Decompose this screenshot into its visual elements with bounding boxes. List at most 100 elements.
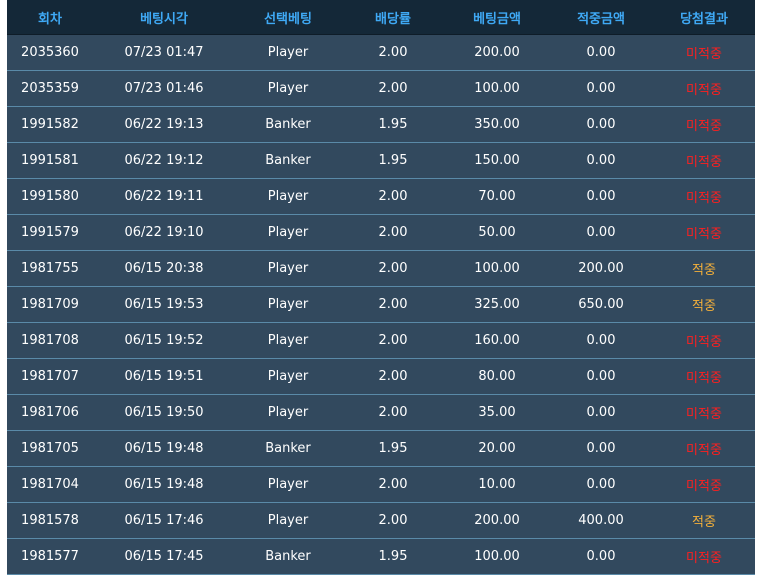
result-cell: 적중 bbox=[692, 299, 716, 314]
result-cell: 미적중 bbox=[686, 335, 722, 350]
result-cell: 미적중 bbox=[686, 83, 722, 98]
table-header: 회차 베팅시각 선택베팅 배당률 베팅금액 적중금액 당첨결과 bbox=[7, 0, 755, 35]
result-cell: 미적중 bbox=[686, 155, 722, 170]
result-cell: 미적중 bbox=[686, 443, 722, 458]
bet-time-cell: 06/15 19:52 bbox=[124, 333, 204, 348]
round-cell: 2035360 bbox=[21, 45, 79, 60]
betting-history-table: 회차 베팅시각 선택베팅 배당률 베팅금액 적중금액 당첨결과 2035360 0… bbox=[7, 0, 755, 575]
table-row: 1991579 06/22 19:10 Player 2.00 50.00 0.00 미적중 bbox=[7, 215, 755, 251]
bet-time-cell: 06/15 20:38 bbox=[124, 261, 204, 276]
round-cell: 1981578 bbox=[21, 513, 79, 528]
odds-cell: 2.00 bbox=[378, 405, 408, 420]
bet-amount-cell: 70.00 bbox=[478, 189, 516, 204]
pick-cell: Player bbox=[267, 477, 309, 492]
bet-time-cell: 06/15 19:50 bbox=[124, 405, 204, 420]
bet-amount-cell: 325.00 bbox=[474, 297, 520, 312]
win-amount-cell: 0.00 bbox=[586, 117, 616, 132]
result-cell: 적중 bbox=[692, 515, 716, 530]
pick-cell: Player bbox=[267, 261, 309, 276]
bet-amount-cell: 100.00 bbox=[474, 261, 520, 276]
pick-cell: Player bbox=[267, 369, 309, 384]
header-win-amount: 적중금액 bbox=[577, 11, 625, 27]
round-cell: 1981706 bbox=[21, 405, 79, 420]
win-amount-cell: 0.00 bbox=[586, 189, 616, 204]
bet-time-cell: 06/15 19:51 bbox=[124, 369, 204, 384]
bet-amount-cell: 200.00 bbox=[474, 513, 520, 528]
table-row: 2035360 07/23 01:47 Player 2.00 200.00 0.00 미적… bbox=[7, 35, 755, 71]
table-row: 2035359 07/23 01:46 Player 2.00 100.00 0.00 미적… bbox=[7, 71, 755, 107]
header-odds: 배당률 bbox=[375, 11, 411, 27]
table-row: 1991580 06/22 19:11 Player 2.00 70.00 0.00 미적중 bbox=[7, 179, 755, 215]
win-amount-cell: 0.00 bbox=[586, 333, 616, 348]
bet-amount-cell: 150.00 bbox=[474, 153, 520, 168]
odds-cell: 2.00 bbox=[378, 261, 408, 276]
round-cell: 1991580 bbox=[21, 189, 79, 204]
pick-cell: Banker bbox=[265, 117, 311, 132]
bet-time-cell: 06/22 19:13 bbox=[124, 117, 204, 132]
odds-cell: 2.00 bbox=[378, 477, 408, 492]
result-cell: 미적중 bbox=[686, 371, 722, 386]
bet-time-cell: 06/15 19:48 bbox=[124, 441, 204, 456]
bet-amount-cell: 50.00 bbox=[478, 225, 516, 240]
pick-cell: Player bbox=[267, 297, 309, 312]
table-row: 1981708 06/15 19:52 Player 2.00 160.00 0.00 미적… bbox=[7, 323, 755, 359]
odds-cell: 2.00 bbox=[378, 225, 408, 240]
bet-time-cell: 06/15 17:46 bbox=[124, 513, 204, 528]
win-amount-cell: 0.00 bbox=[586, 405, 616, 420]
round-cell: 1981577 bbox=[21, 549, 79, 564]
round-cell: 1991581 bbox=[21, 153, 79, 168]
bet-time-cell: 07/23 01:47 bbox=[124, 45, 204, 60]
round-cell: 2035359 bbox=[21, 81, 79, 96]
bet-time-cell: 06/15 19:53 bbox=[124, 297, 204, 312]
odds-cell: 2.00 bbox=[378, 189, 408, 204]
table-row: 1981578 06/15 17:46 Player 2.00 200.00 400.00… bbox=[7, 503, 755, 539]
result-cell: 미적중 bbox=[686, 191, 722, 206]
odds-cell: 2.00 bbox=[378, 513, 408, 528]
win-amount-cell: 0.00 bbox=[586, 153, 616, 168]
bet-time-cell: 06/22 19:11 bbox=[124, 189, 204, 204]
odds-cell: 2.00 bbox=[378, 45, 408, 60]
odds-cell: 2.00 bbox=[378, 297, 408, 312]
result-cell: 미적중 bbox=[686, 119, 722, 134]
table-row: 1981577 06/15 17:45 Banker 1.95 100.00 0.00 미적… bbox=[7, 539, 755, 575]
bet-amount-cell: 20.00 bbox=[478, 441, 516, 456]
pick-cell: Player bbox=[267, 333, 309, 348]
pick-cell: Player bbox=[267, 513, 309, 528]
win-amount-cell: 0.00 bbox=[586, 441, 616, 456]
round-cell: 1991579 bbox=[21, 225, 79, 240]
result-cell: 미적중 bbox=[686, 407, 722, 422]
win-amount-cell: 0.00 bbox=[586, 369, 616, 384]
result-cell: 미적중 bbox=[686, 47, 722, 62]
header-bet-amount: 베팅금액 bbox=[473, 11, 521, 27]
header-result: 당첨결과 bbox=[680, 11, 728, 27]
bet-time-cell: 06/22 19:12 bbox=[124, 153, 204, 168]
win-amount-cell: 0.00 bbox=[586, 477, 616, 492]
bet-time-cell: 06/22 19:10 bbox=[124, 225, 204, 240]
win-amount-cell: 0.00 bbox=[586, 81, 616, 96]
win-amount-cell: 200.00 bbox=[578, 261, 624, 276]
round-cell: 1981707 bbox=[21, 369, 79, 384]
pick-cell: Banker bbox=[265, 441, 311, 456]
win-amount-cell: 0.00 bbox=[586, 549, 616, 564]
pick-cell: Banker bbox=[265, 549, 311, 564]
pick-cell: Player bbox=[267, 189, 309, 204]
odds-cell: 2.00 bbox=[378, 81, 408, 96]
odds-cell: 1.95 bbox=[378, 441, 408, 456]
table-row: 1991581 06/22 19:12 Banker 1.95 150.00 0.00 미적… bbox=[7, 143, 755, 179]
bet-amount-cell: 350.00 bbox=[474, 117, 520, 132]
table-row: 1981704 06/15 19:48 Player 2.00 10.00 0.00 미적중 bbox=[7, 467, 755, 503]
round-cell: 1981705 bbox=[21, 441, 79, 456]
table-row: 1991582 06/22 19:13 Banker 1.95 350.00 0.00 미적… bbox=[7, 107, 755, 143]
table-row: 1981755 06/15 20:38 Player 2.00 100.00 200.00… bbox=[7, 251, 755, 287]
result-cell: 적중 bbox=[692, 263, 716, 278]
result-cell: 미적중 bbox=[686, 227, 722, 242]
odds-cell: 1.95 bbox=[378, 153, 408, 168]
bet-time-cell: 06/15 19:48 bbox=[124, 477, 204, 492]
pick-cell: Player bbox=[267, 405, 309, 420]
win-amount-cell: 0.00 bbox=[586, 45, 616, 60]
bet-amount-cell: 100.00 bbox=[474, 81, 520, 96]
round-cell: 1991582 bbox=[21, 117, 79, 132]
bet-amount-cell: 35.00 bbox=[478, 405, 516, 420]
odds-cell: 1.95 bbox=[378, 549, 408, 564]
round-cell: 1981709 bbox=[21, 297, 79, 312]
